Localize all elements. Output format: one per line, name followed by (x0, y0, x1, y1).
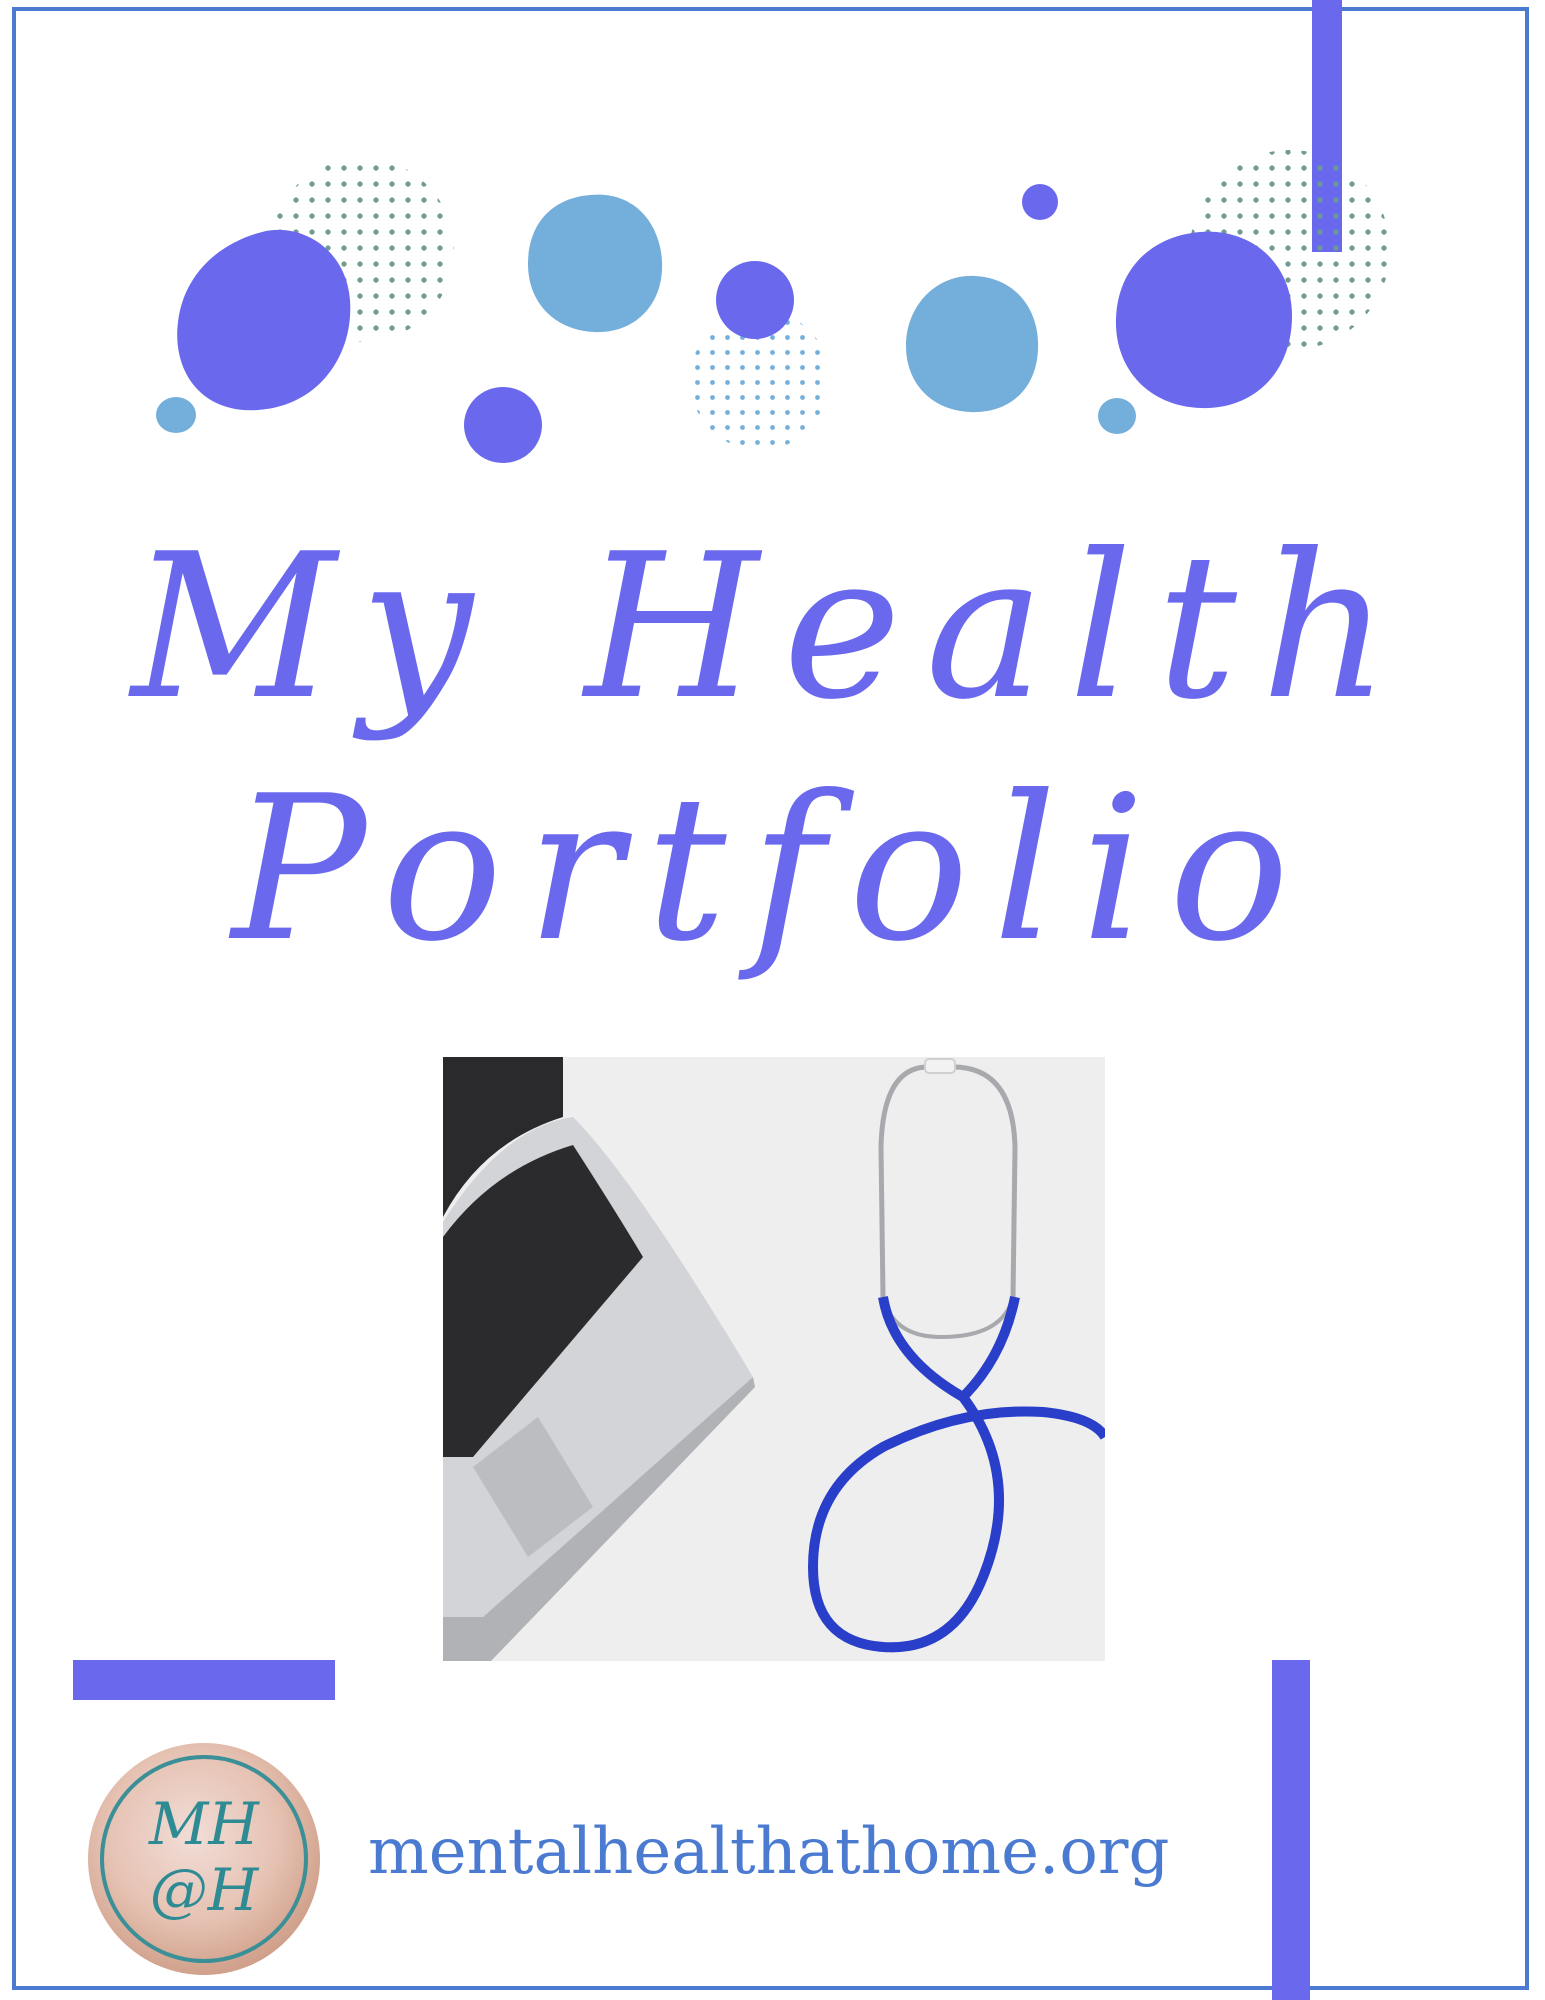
blob-purple-center (716, 261, 794, 339)
blob-purple-tiny (1022, 184, 1058, 220)
website-link[interactable]: mentalhealthathome.org (368, 1820, 1169, 1884)
logo-text-line-2: @H (149, 1856, 259, 1924)
blob-purple-large-left (177, 229, 351, 411)
cover-photo (443, 1057, 1105, 1661)
title-line-2: Portfolio (231, 753, 1314, 986)
logo-text-line-1: MH (149, 1790, 259, 1858)
laptop-icon (443, 1057, 755, 1661)
title-line-1: My Health (131, 511, 1414, 744)
bottom-left-horizontal-bar (73, 1660, 335, 1700)
decorative-dots-header (156, 150, 1390, 463)
stethoscope-icon (807, 1058, 1105, 1653)
blob-purple-small-left (464, 387, 542, 463)
bottom-right-vertical-bar (1272, 1660, 1310, 2000)
brand-logo: MH @H (88, 1743, 320, 1975)
blob-purple-large-right (1115, 231, 1292, 409)
blob-lightblue-small-left (156, 397, 196, 433)
blob-lightblue-left (528, 194, 663, 333)
blob-lightblue-small-right (1098, 398, 1136, 434)
blob-lightblue-right (906, 275, 1039, 413)
